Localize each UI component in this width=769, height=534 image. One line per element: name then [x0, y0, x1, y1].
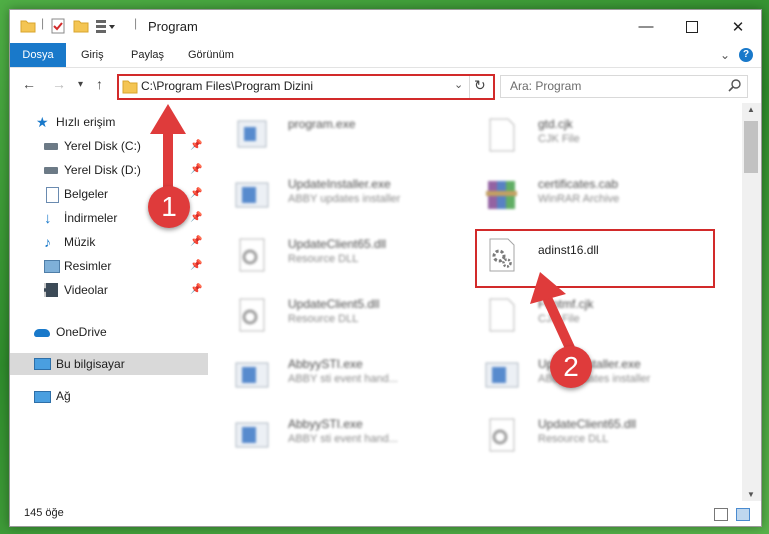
annotation-arrows [150, 104, 575, 353]
step-badge-1: 1 [148, 186, 190, 228]
arrow-1-head [150, 104, 186, 134]
arrow-2-shaft [543, 295, 575, 353]
step-badge-2: 2 [550, 346, 592, 388]
